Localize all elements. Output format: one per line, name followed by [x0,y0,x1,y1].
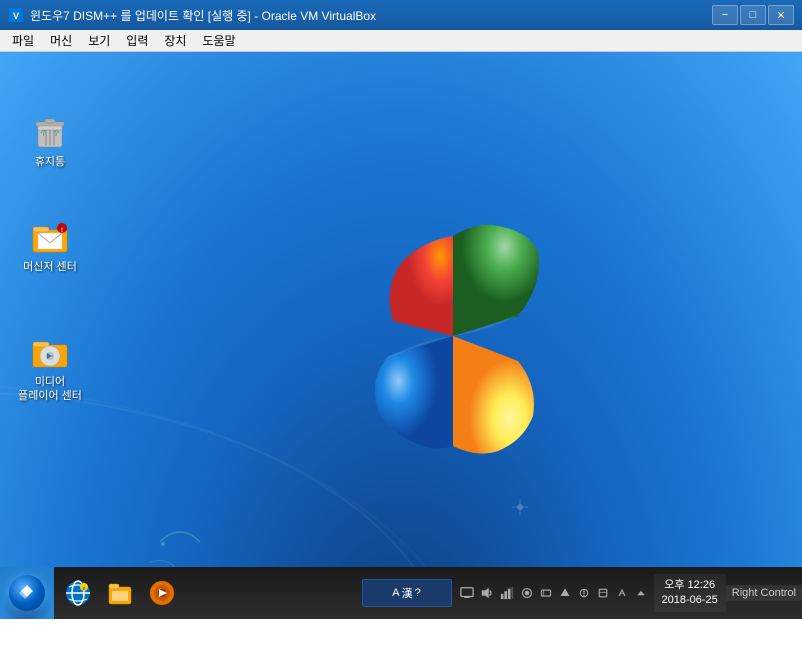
close-button[interactable]: ✕ [768,5,794,25]
menu-input[interactable]: 입력 [118,30,156,51]
ime-question: ? [415,587,421,599]
menubar: 파일 머신 보기 입력 장치 도움말 [0,30,802,52]
titlebar-title: 윈도우7 DISM++ 를 업데이트 확인 [실행 중] - Oracle VM… [30,7,712,24]
titlebar: V 윈도우7 DISM++ 를 업데이트 확인 [실행 중] - Oracle … [0,0,802,30]
clock-date: 2018-06-25 [662,593,718,608]
taskbar-right: A 漢 ? [362,567,802,619]
tray-icon-6[interactable] [594,584,612,602]
tray-extra-icons [518,584,650,602]
start-button[interactable] [0,567,54,619]
windows-logo [323,206,583,466]
svg-text:!: ! [61,228,63,234]
tray-icon-5[interactable] [575,584,593,602]
titlebar-controls: − □ ✕ [712,5,794,25]
ime-area[interactable]: A 漢 ? [362,579,452,607]
clock[interactable]: 오후 12:26 2018-06-25 [654,574,726,613]
ie-button[interactable]: e [58,573,98,613]
tray-monitor-icon[interactable] [458,584,476,602]
restore-button[interactable]: □ [740,5,766,25]
tray-icons [454,584,654,602]
desktop-icon-recycle-bin[interactable]: 휴지통 [14,107,86,173]
start-orb [9,575,45,611]
menu-machine[interactable]: 머신 [42,30,80,51]
explorer-button[interactable] [100,573,140,613]
recycle-bin-icon [30,111,70,151]
message-center-label: 머신저 센터 [23,260,77,274]
svg-text:V: V [13,11,19,21]
quicklaunch-area: e [54,567,186,619]
tray-icon-2[interactable] [518,584,536,602]
tray-icon-3[interactable] [537,584,555,602]
recycle-bin-label: 휴지통 [35,155,65,169]
vm-desktop: 휴지통 ! 머신저 센터 [0,52,802,619]
tray-icon-7[interactable] [613,584,631,602]
right-control-label: Right Control [726,585,802,601]
taskbar: e [0,567,802,619]
ime-a: A [392,587,399,599]
desktop-icon-media-player[interactable]: 미디어 플레이어 센터 [14,327,86,408]
minimize-button[interactable]: − [712,5,738,25]
media-player-taskbar-button[interactable] [142,573,182,613]
tray-arrow-up-icon[interactable] [632,584,650,602]
media-player-icon [30,331,70,371]
titlebar-icon: V [8,7,24,23]
tray-speaker-icon[interactable] [478,584,496,602]
menu-view[interactable]: 보기 [80,30,118,51]
svg-text:e: e [83,586,86,592]
menu-file[interactable]: 파일 [4,30,42,51]
clock-time: 오후 12:26 [662,578,718,593]
ime-han: 漢 [402,585,413,601]
menu-device[interactable]: 장치 [156,30,194,51]
media-player-label: 미디어 플레이어 센터 [18,375,82,404]
message-center-icon: ! [30,216,70,256]
desktop-icon-message-center[interactable]: ! 머신저 센터 [14,212,86,278]
tray-network-icon-1[interactable] [498,584,516,602]
menu-help[interactable]: 도움말 [194,30,243,51]
tray-icon-4[interactable] [556,584,574,602]
